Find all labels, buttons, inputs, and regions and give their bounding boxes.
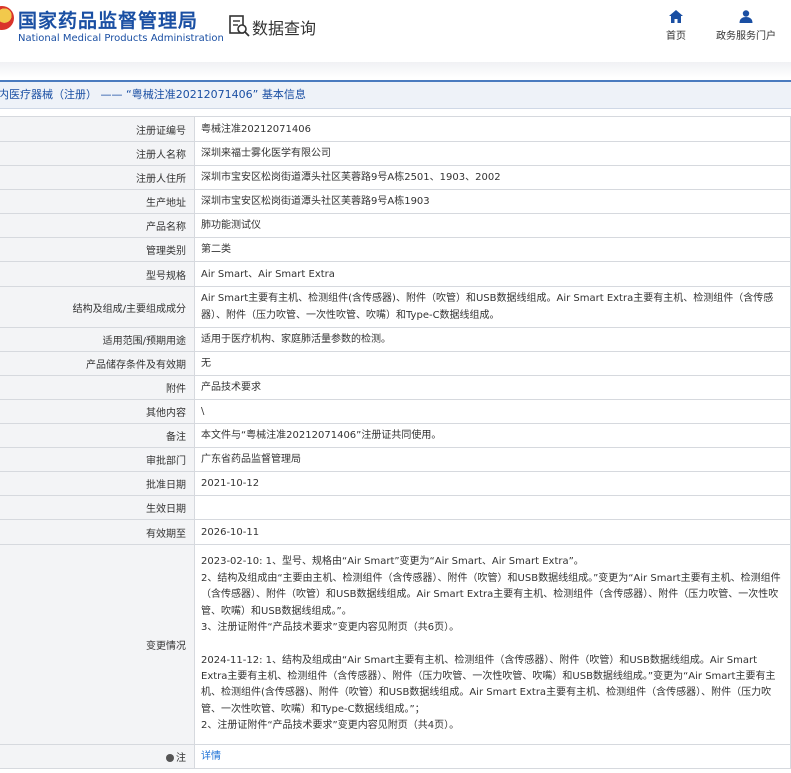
nmpa-emblem-icon [0,6,14,30]
table-row: 有效期至 2026-10-11 [0,519,791,545]
row-label: 审批部门 [0,447,195,472]
change-line: 2、结构及组成由“主要由主机、检测组件（含传感器）、附件（吹管）和USB数据线组… [201,572,781,617]
table-row: 注册人名称 深圳来福士雾化医学有限公司 [0,141,791,166]
row-value: 详情 [194,744,791,769]
row-label: 其他内容 [0,399,195,424]
table-row: 适用范围/预期用途 适用于医疗机构、家庭肺活量参数的检测。 [0,327,791,352]
nav-gov-services-label: 政务服务门户 [716,31,776,42]
row-label: 生产地址 [0,189,195,214]
site-logo-title[interactable]: 国家药品监督管理局 [18,6,198,33]
row-value: 粤械注准20212071406 [194,116,791,142]
data-query-icon [229,15,250,37]
note-label: 注 [176,753,186,764]
row-value: 深圳市宝安区松岗街道潭头社区芙蓉路9号A栋2501、1903、2002 [194,165,791,190]
change-line: 2、注册证附件“产品技术要求”变更内容见附页（共4页）。 [201,720,460,732]
row-label: 产品储存条件及有效期 [0,351,195,376]
row-value: 第二类 [194,237,791,262]
change-line: 2024-11-12: 1、结构及组成由“Air Smart主要有主机、检测组件… [201,654,776,715]
row-label: 注册人住所 [0,165,195,190]
change-history-value: 2023-02-10: 1、型号、规格由“Air Smart”变更为“Air S… [194,544,791,745]
table-row: 结构及组成/主要组成成分 Air Smart主要有主机、检测组件(含传感器)、附件… [0,286,791,328]
table-row: 型号规格 Air Smart、Air Smart Extra [0,261,791,287]
row-label: 产品名称 [0,213,195,238]
row-value: 深圳来福士雾化医学有限公司 [194,141,791,166]
data-query-title: 数据查询 [252,19,317,38]
change-line: 3、注册证附件“产品技术要求”变更内容见附页（共6页）。 [201,622,460,634]
row-value: 深圳市宝安区松岗街道潭头社区芙蓉路9号A栋1903 [194,189,791,214]
table-row: 审批部门 广东省药品监督管理局 [0,447,791,472]
row-label: 有效期至 [0,519,195,545]
home-icon [669,10,683,23]
row-value: 无 [194,351,791,376]
row-label: 管理类别 [0,237,195,262]
site-header: 国家药品监督管理局 National Medical Products Admi… [0,0,791,62]
row-value: 产品技术要求 [194,375,791,400]
row-label: 适用范围/预期用途 [0,327,195,352]
site-logo-subtitle: National Medical Products Administration [18,33,224,44]
table-row: 其他内容 \ [0,399,791,424]
row-value: 本文件与“粤械注准20212071406”注册证共同使用。 [194,423,791,448]
table-row: 产品储存条件及有效期无 [0,351,791,376]
table-row: 备注 本文件与“粤械注准20212071406”注册证共同使用。 [0,423,791,448]
nav-gov-services[interactable]: 政务服务门户 [712,10,780,42]
row-label: 生效日期 [0,495,195,520]
row-value [194,495,791,520]
page-title-bar: 内医疗器械（注册） —— “粤械注准20212071406” 基本信息 [0,80,791,109]
table-row: 注册人住所 深圳市宝安区松岗街道潭头社区芙蓉路9号A栋2501、1903、2002 [0,165,791,190]
row-label: 备注 [0,423,195,448]
row-value: 2021-10-12 [194,471,791,496]
change-spacer [201,637,784,653]
row-label: 注册证编号 [0,116,195,142]
table-row: 产品名称 肺功能测试仪 [0,213,791,238]
row-value: 广东省药品监督管理局 [194,447,791,472]
row-value: 肺功能测试仪 [194,213,791,238]
table-row: 附件 产品技术要求 [0,375,791,400]
note-dot-icon [166,754,174,762]
row-value: \ [194,399,791,424]
table-row: 批准日期 2021-10-12 [0,471,791,496]
nav-home-label: 首页 [666,31,686,42]
row-value: Air Smart、Air Smart Extra [194,261,791,287]
row-label: 批准日期 [0,471,195,496]
row-label: 变更情况 [0,544,195,745]
row-value: Air Smart主要有主机、检测组件(含传感器)、附件（吹管）和USB数据线组… [194,286,791,328]
note-row: 注 详情 [0,744,791,769]
header-divider [0,62,791,78]
change-history-row: 变更情况 2023-02-10: 1、型号、规格由“Air Smart”变更为“… [0,544,791,745]
table-row: 生产地址 深圳市宝安区松岗街道潭头社区芙蓉路9号A栋1903 [0,189,791,214]
row-label: 结构及组成/主要组成成分 [0,286,195,328]
nav-home[interactable]: 首页 [660,10,692,42]
row-label: 注册人名称 [0,141,195,166]
user-icon [739,10,753,23]
row-label: 附件 [0,375,195,400]
device-info-table: 注册证编号 粤械注准20212071406 注册人名称 深圳来福士雾化医学有限公司 … [0,116,791,769]
row-value: 2026-10-11 [194,519,791,545]
table-row: 生效日期 [0,495,791,520]
page-title: 内医疗器械（注册） —— “粤械注准20212071406” 基本信息 [0,88,306,101]
table-row: 注册证编号 粤械注准20212071406 [0,116,791,142]
details-link[interactable]: 详情 [201,751,221,762]
row-label: 型号规格 [0,261,195,287]
change-line: 2023-02-10: 1、型号、规格由“Air Smart”变更为“Air S… [201,556,584,568]
row-label: 注 [0,744,195,769]
table-row: 管理类别 第二类 [0,237,791,262]
row-value: 适用于医疗机构、家庭肺活量参数的检测。 [194,327,791,352]
